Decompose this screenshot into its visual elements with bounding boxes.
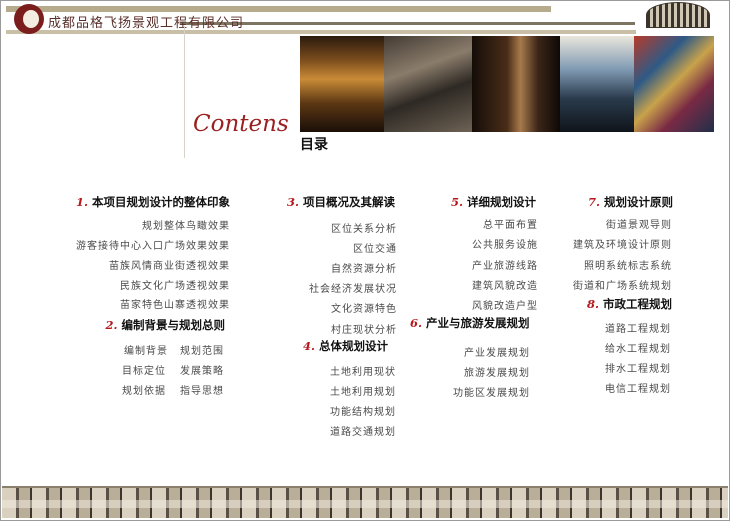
section-5-item[interactable]: 风貌改造户型 — [472, 297, 538, 312]
company-logo-icon — [14, 4, 44, 34]
section-7-item[interactable]: 建筑及环境设计原则 — [573, 236, 672, 251]
section-3-item[interactable]: 自然资源分析 — [331, 260, 397, 275]
section-8-item[interactable]: 给水工程规划 — [605, 340, 671, 355]
section-4-heading[interactable]: 4. 总体规划设计 — [303, 338, 388, 354]
photo-strip — [300, 36, 714, 132]
section-1-item[interactable]: 民族文化广场透视效果 — [120, 277, 230, 292]
section-8-item[interactable]: 道路工程规划 — [605, 320, 671, 335]
section-6-item[interactable]: 产业发展规划 — [464, 344, 530, 359]
section-7-heading[interactable]: 7. 规划设计原则 — [588, 194, 673, 210]
divider — [184, 26, 185, 158]
section-5-item[interactable]: 建筑风貌改造 — [472, 277, 538, 292]
section-3-item[interactable]: 社会经济发展状况 — [309, 280, 397, 295]
company-name: 成都品格飞扬景观工程有限公司 — [48, 16, 245, 31]
section-5-heading[interactable]: 5. 详细规划设计 — [451, 194, 536, 210]
section-3-item[interactable]: 区位交通 — [353, 240, 397, 255]
section-4-item[interactable]: 土地利用规划 — [330, 383, 396, 398]
photo-elder-pipe — [472, 36, 560, 132]
photo-costume — [634, 36, 714, 132]
header-rule — [180, 22, 635, 25]
photo-weaving — [560, 36, 634, 132]
section-4-item[interactable]: 道路交通规划 — [330, 423, 396, 438]
ornament-emblem-icon — [646, 2, 710, 28]
section-8-item[interactable]: 电信工程规划 — [605, 380, 671, 395]
section-5-item[interactable]: 公共服务设施 — [472, 236, 538, 251]
section-8-item[interactable]: 排水工程规划 — [605, 360, 671, 375]
section-1-heading[interactable]: 1. 本项目规划设计的整体印象 — [76, 194, 230, 210]
section-1-item[interactable]: 苗家特色山寨透视效果 — [120, 296, 230, 311]
section-8-heading[interactable]: 8. 市政工程规划 — [587, 296, 672, 312]
section-2-item[interactable]: 指导思想 — [180, 382, 224, 397]
section-5-item[interactable]: 总平面布置 — [483, 216, 538, 231]
section-2-item[interactable]: 规划依据 — [122, 382, 166, 397]
section-3-item[interactable]: 文化资源特色 — [331, 300, 397, 315]
section-2-item[interactable]: 目标定位 — [122, 362, 166, 377]
toc-heading: 目录 — [300, 137, 328, 153]
contents-title: Contens — [193, 111, 289, 137]
ornament-footer-band — [2, 486, 728, 518]
section-2-item[interactable]: 编制背景 — [124, 342, 168, 357]
section-6-heading[interactable]: 6. 产业与旅游发展规划 — [410, 315, 530, 331]
section-4-item[interactable]: 土地利用现状 — [330, 363, 396, 378]
section-7-item[interactable]: 照明系统标志系统 — [584, 257, 672, 272]
section-1-item[interactable]: 苗族风情商业街透视效果 — [109, 257, 230, 272]
section-5-item[interactable]: 产业旅游线路 — [472, 257, 538, 272]
section-2-item[interactable]: 规划范围 — [180, 342, 224, 357]
section-3-heading[interactable]: 3. 项目概况及其解读 — [287, 194, 395, 210]
section-2-heading[interactable]: 2. 编制背景与规划总则 — [105, 317, 225, 333]
section-6-item[interactable]: 旅游发展规划 — [464, 364, 530, 379]
section-7-item[interactable]: 街道景观导则 — [606, 216, 672, 231]
section-2-item[interactable]: 发展策略 — [180, 362, 224, 377]
photo-village-roofs — [384, 36, 472, 132]
section-3-item[interactable]: 区位关系分析 — [331, 220, 397, 235]
section-1-item[interactable]: 游客接待中心入口广场效果效果 — [76, 237, 230, 252]
section-6-item[interactable]: 功能区发展规划 — [453, 384, 530, 399]
photo-corn-house — [300, 36, 384, 132]
section-3-item[interactable]: 村庄现状分析 — [331, 321, 397, 336]
section-7-item[interactable]: 街道和广场系统规划 — [573, 277, 672, 292]
section-1-item[interactable]: 规划整体鸟瞰效果 — [142, 217, 230, 232]
section-4-item[interactable]: 功能结构规划 — [330, 403, 396, 418]
